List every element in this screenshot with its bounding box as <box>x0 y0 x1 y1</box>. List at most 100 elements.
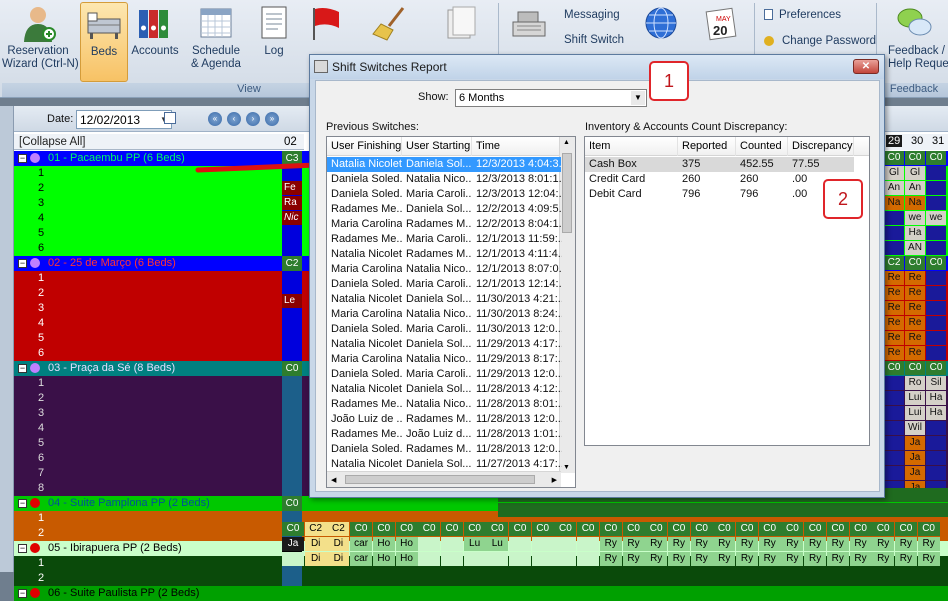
list-item[interactable]: Natalia Nicoletti Daniela Sol... 12/3/2013… <box>327 157 562 172</box>
time: 12/2/2013 4:09:5... <box>476 203 562 215</box>
time: 11/28/2013 12:0... <box>476 443 562 455</box>
user-starting: Radames M... <box>406 443 472 455</box>
user-starting: João Luiz d... <box>406 428 472 440</box>
column-time[interactable]: Time <box>472 137 562 156</box>
booking-cell[interactable]: Nic <box>282 211 302 225</box>
list-item[interactable]: Radames Me... João Luiz d... 11/28/2013 1:… <box>327 427 562 442</box>
list-item[interactable]: Daniela Soled... Maria Caroli... 12/1/2013… <box>327 277 562 292</box>
list-item[interactable]: Daniela Soled... Maria Caroli... 12/3/2013… <box>327 187 562 202</box>
previous-switches-list[interactable]: User Finishing User Starting Time ▲ ▼ ◀ … <box>326 136 576 488</box>
time: 12/3/2013 12:04:... <box>476 188 562 200</box>
show-label: Show: <box>418 91 449 103</box>
user-starting: Natalia Nico... <box>406 173 472 185</box>
list-item[interactable]: Maria Carolina... Natalia Nico... 12/1/201… <box>327 262 562 277</box>
column-item[interactable]: Item <box>585 137 678 156</box>
user-starting: Daniela Sol... <box>406 158 472 170</box>
item: Credit Card <box>589 173 646 185</box>
user-starting: Natalia Nico... <box>406 263 472 275</box>
user-starting: Maria Caroli... <box>406 368 472 380</box>
user-starting: Natalia Nico... <box>406 308 472 320</box>
user-finishing: Natalia Nicoletti <box>331 158 402 170</box>
previous-switches-label: Previous Switches: <box>326 121 419 133</box>
hscroll-thumb[interactable] <box>345 475 535 484</box>
reported: 375 <box>682 158 701 170</box>
group-row[interactable]: −06 - Suite Paulista PP (2 Beds) <box>14 586 948 601</box>
list-item[interactable]: Natalia Nicoletti Daniela Sol... 11/29/201… <box>327 337 562 352</box>
user-starting: Daniela Sol... <box>406 458 472 470</box>
booking-cell[interactable]: Fe <box>282 181 302 195</box>
list-item[interactable]: João Luiz de ... Radames M... 11/28/2013 1… <box>327 412 562 427</box>
dialog-title-bar[interactable]: Shift Switches Report ✕ <box>310 55 884 79</box>
user-finishing: Daniela Soled... <box>331 443 402 455</box>
list-item[interactable]: Maria Carolina... Natalia Nico... 11/30/20… <box>327 307 562 322</box>
user-starting: Maria Caroli... <box>406 323 472 335</box>
list-item[interactable]: Debit Card 796 796.00 <box>585 187 854 202</box>
column-discrepancy[interactable]: Discrepancy <box>788 137 854 156</box>
list-item[interactable]: Natalia Nicoletti Daniela Sol... 11/30/201… <box>327 292 562 307</box>
user-finishing: Daniela Soled... <box>331 188 402 200</box>
discrepancy: 77.55 <box>792 158 820 170</box>
user-finishing: Radames Me... <box>331 203 402 215</box>
show-period-select[interactable]: 6 Months ▼ <box>455 89 647 107</box>
list-item[interactable]: Natalia Nicoletti Daniela Sol... 11/27/201… <box>327 457 562 472</box>
time: 11/29/2013 4:17:... <box>476 338 562 350</box>
user-finishing: Natalia Nicoletti <box>331 248 402 260</box>
list-item[interactable]: Daniela Soled... Maria Caroli... 11/29/201… <box>327 367 562 382</box>
booking-cell[interactable]: Ra <box>282 196 302 210</box>
user-finishing: Radames Me... <box>331 233 402 245</box>
list-item[interactable]: Maria Carolina... Natalia Nico... 11/29/20… <box>327 352 562 367</box>
user-finishing: Natalia Nicoletti <box>331 383 402 395</box>
column-counted[interactable]: Counted <box>736 137 788 156</box>
bed-row[interactable]: 2 <box>14 571 948 586</box>
list-item[interactable]: Radames Me... Natalia Nico... 11/28/2013 8… <box>327 397 562 412</box>
user-finishing: Natalia Nicoletti <box>331 458 402 470</box>
time: 11/30/2013 4:21:... <box>476 293 562 305</box>
bed-cell[interactable] <box>282 571 302 586</box>
user-starting: Daniela Sol... <box>406 293 472 305</box>
time: 12/1/2013 8:07:0... <box>476 263 562 275</box>
column-user-starting[interactable]: User Starting <box>402 137 472 156</box>
inventory-label: Inventory & Accounts Count Discrepancy: <box>585 121 788 133</box>
column-user-finishing[interactable]: User Finishing <box>327 137 402 156</box>
user-finishing: Radames Me... <box>331 398 402 410</box>
time: 11/28/2013 12:0... <box>476 413 562 425</box>
shift-switches-dialog: Shift Switches Report ✕ Show: 6 Months ▼… <box>309 54 885 498</box>
list-item[interactable]: Credit Card 260 260.00 <box>585 172 854 187</box>
list-item[interactable]: Radames Me... Maria Caroli... 12/1/2013 11… <box>327 232 562 247</box>
user-finishing: Daniela Soled... <box>331 368 402 380</box>
chevron-down-icon[interactable]: ▼ <box>631 91 645 105</box>
user-finishing: Daniela Soled... <box>331 323 402 335</box>
scroll-thumb[interactable] <box>562 153 572 233</box>
horizontal-scrollbar[interactable]: ◀ ▶ <box>327 471 561 487</box>
time: 12/1/2013 11:59:... <box>476 233 562 245</box>
scroll-down-icon[interactable]: ▼ <box>563 464 570 471</box>
scroll-left-icon[interactable]: ◀ <box>331 476 336 484</box>
list-item[interactable]: Daniela Soled... Natalia Nico... 12/3/2013… <box>327 172 562 187</box>
list-item[interactable]: Natalia Nicoletti Daniela Sol... 11/28/201… <box>327 382 562 397</box>
user-starting: Natalia Nico... <box>406 398 472 410</box>
counted: 260 <box>740 173 759 185</box>
scroll-right-icon[interactable]: ▶ <box>552 476 557 484</box>
user-finishing: Radames Me... <box>331 428 402 440</box>
time: 12/1/2013 4:11:4... <box>476 248 562 260</box>
time: 11/30/2013 8:24:... <box>476 308 562 320</box>
reported: 796 <box>682 188 701 200</box>
time: 11/30/2013 12:0... <box>476 323 562 335</box>
list-item[interactable]: Cash Box 375 452.55 77.55 <box>585 157 854 172</box>
show-period-value: 6 Months <box>459 92 505 104</box>
close-icon[interactable]: ✕ <box>853 59 879 74</box>
list-item[interactable]: Radames Me... Daniela Sol... 12/2/2013 4:0… <box>327 202 562 217</box>
counted: 452.55 <box>740 158 774 170</box>
list-item[interactable]: Maria Carolina... Radames M... 12/2/2013 8… <box>327 217 562 232</box>
dialog-body: Show: 6 Months ▼ Previous Switches: Inve… <box>315 80 880 492</box>
column-reported[interactable]: Reported <box>678 137 736 156</box>
time: 11/28/2013 4:12:... <box>476 383 562 395</box>
scroll-up-icon[interactable]: ▲ <box>563 139 570 146</box>
user-finishing: Maria Carolina... <box>331 308 402 320</box>
user-finishing: Daniela Soled... <box>331 173 402 185</box>
booking-cell[interactable]: Le <box>282 294 302 308</box>
user-finishing: João Luiz de ... <box>331 413 402 425</box>
list-item[interactable]: Daniela Soled... Radames M... 11/28/2013 1… <box>327 442 562 457</box>
list-item[interactable]: Natalia Nicoletti Radames M... 12/1/2013 4… <box>327 247 562 262</box>
list-item[interactable]: Daniela Soled... Maria Caroli... 11/30/201… <box>327 322 562 337</box>
